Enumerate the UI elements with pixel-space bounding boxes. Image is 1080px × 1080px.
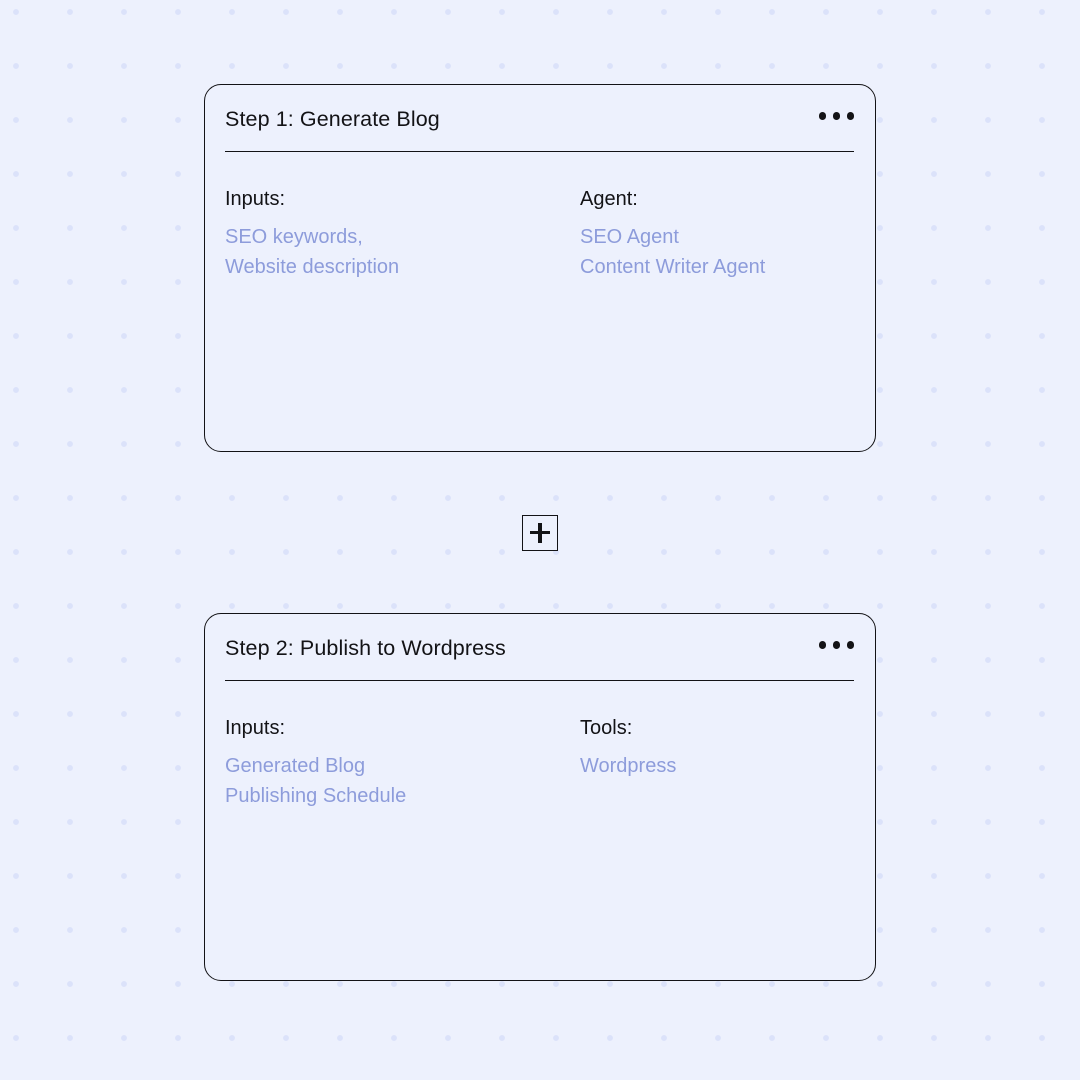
ellipsis-dot (846, 641, 854, 649)
ellipsis-dot (846, 112, 854, 120)
step-title: Step 1: Generate Blog (225, 107, 440, 131)
list-item: Wordpress (580, 755, 677, 777)
workflow-step-card-2[interactable]: Step 2: Publish to Wordpress Inputs: Gen… (204, 613, 876, 981)
list-item: Website description (225, 256, 400, 278)
step-title: Step 2: Publish to Wordpress (225, 636, 506, 660)
card-divider (225, 151, 854, 152)
inputs-column: Inputs: Generated Blog Publishing Schedu… (225, 714, 580, 966)
inputs-label: Inputs: (225, 717, 286, 739)
ellipsis-dot (818, 641, 826, 649)
tools-column: Tools: Wordpress (580, 714, 860, 966)
agent-label: Agent: (580, 188, 638, 210)
card-divider (225, 680, 854, 681)
plus-icon (530, 523, 550, 543)
agent-column: Agent: SEO Agent Content Writer Agent (580, 185, 860, 437)
card-body: Inputs: Generated Blog Publishing Schedu… (225, 714, 855, 966)
card-header: Step 2: Publish to Wordpress (225, 635, 855, 681)
list-item: Publishing Schedule (225, 785, 407, 807)
inputs-column: Inputs: SEO keywords, Website descriptio… (225, 185, 580, 437)
workflow-step-card-1[interactable]: Step 1: Generate Blog Inputs: SEO keywor… (204, 84, 876, 452)
list-item: Generated Blog (225, 755, 366, 777)
card-header: Step 1: Generate Blog (225, 106, 855, 152)
inputs-value-list: SEO keywords, Website description (225, 222, 580, 282)
list-item: SEO keywords, (225, 226, 363, 248)
list-item: Content Writer Agent (580, 256, 766, 278)
inputs-label: Inputs: (225, 188, 286, 210)
workflow-canvas[interactable]: Step 1: Generate Blog Inputs: SEO keywor… (0, 0, 1080, 1080)
add-step-button[interactable] (522, 515, 558, 551)
tools-label: Tools: (580, 717, 633, 739)
agent-value-list: SEO Agent Content Writer Agent (580, 222, 860, 282)
ellipsis-dot (832, 112, 840, 120)
ellipsis-horizontal-icon[interactable] (818, 106, 856, 126)
list-item: SEO Agent (580, 226, 679, 248)
card-body: Inputs: SEO keywords, Website descriptio… (225, 185, 855, 437)
inputs-value-list: Generated Blog Publishing Schedule (225, 751, 580, 811)
ellipsis-horizontal-icon[interactable] (818, 635, 856, 655)
ellipsis-dot (818, 112, 826, 120)
tools-value-list: Wordpress (580, 751, 860, 781)
ellipsis-dot (832, 641, 840, 649)
